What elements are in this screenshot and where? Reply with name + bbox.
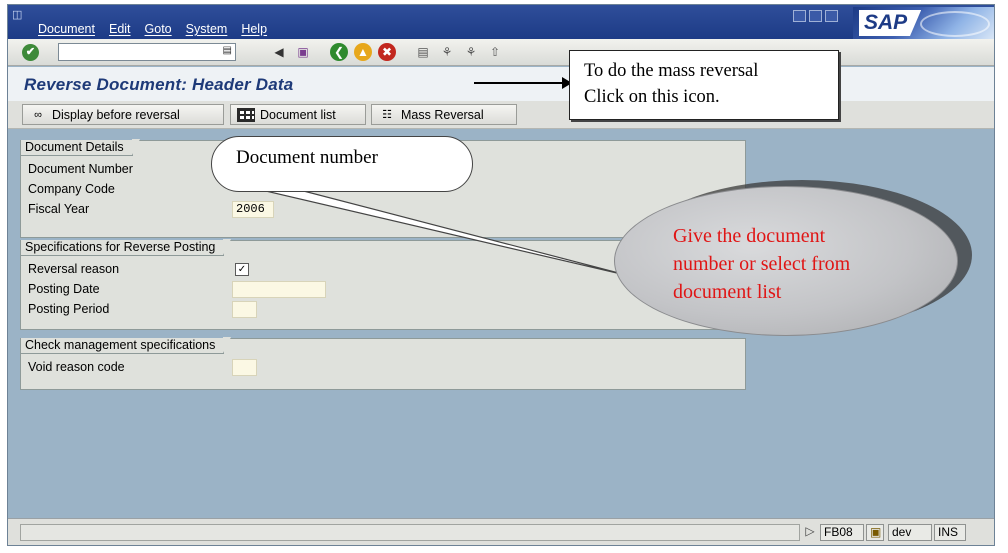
menu-edit[interactable]: Edit [109,22,131,36]
give-line-1: Give the document [673,225,826,247]
mass-reversal-callout: To do the mass reversal Click on this ic… [569,50,839,120]
maximize-button[interactable] [809,10,822,22]
mass-reversal-callout-line1: To do the mass reversal [584,61,759,81]
save-icon[interactable]: ▣ [294,43,312,61]
group-title: Document Details [21,139,140,156]
close-button[interactable] [825,10,838,22]
find-icon[interactable]: ⚘ [438,43,456,61]
back-icon[interactable]: ❮ [330,43,348,61]
menu-list: Document Edit Goto System Help [38,22,267,36]
sap-logo-text: SAP [859,10,922,36]
menu-bar: ◫ Document Edit Goto System Help SAP [8,5,994,39]
status-expand-icon[interactable]: ▷ [800,524,820,541]
menu-document[interactable]: Document [38,22,95,36]
session-lock-icon: ▣ [866,524,884,541]
check-management-group: Check management specifications Void rea… [20,337,746,390]
title-bar: Reverse Document: Header Data [8,67,994,101]
document-number-callout: Document number [211,136,473,192]
command-input[interactable] [59,44,219,60]
transaction-code: FB08 [820,524,864,541]
mass-reversal-arrow [474,77,572,89]
group-title: Check management specifications [21,337,232,354]
posting-date-label: Posting Date [28,282,100,296]
toolbar-icons: ◀ ▣ ❮ ▲ ✖ ▤ ⚘ ⚘ ⇧ [270,43,504,61]
insert-mode[interactable]: INS [934,524,966,541]
system-name: dev [888,524,932,541]
exit-icon[interactable]: ▲ [354,43,372,61]
sap-logo: SAP [853,7,994,39]
find-next-icon[interactable]: ⚘ [462,43,480,61]
mass-reversal-button[interactable]: ☷ Mass Reversal [371,104,517,125]
display-before-reversal-button[interactable]: ∞ Display before reversal [22,104,224,125]
command-history-icon[interactable]: ▤ [223,45,232,56]
company-code-label: Company Code [28,182,115,196]
page-title: Reverse Document: Header Data [24,75,294,94]
first-page-icon[interactable]: ⇧ [486,43,504,61]
display-before-reversal-label: Display before reversal [52,107,180,122]
give-document-text: Give the document number or select from … [673,222,850,306]
fiscal-year-field[interactable]: 2006 [232,201,274,218]
document-list-label: Document list [260,107,336,122]
posting-period-label: Posting Period [28,302,110,316]
window-controls [793,10,838,22]
void-reason-field[interactable] [232,359,257,376]
standard-toolbar: ✔ ▤ ◀ ▣ ❮ ▲ ✖ ▤ ⚘ ⚘ ⇧ [8,39,994,66]
void-reason-label: Void reason code [28,360,125,374]
posting-date-field[interactable] [232,281,326,298]
cancel-icon[interactable]: ✖ [378,43,396,61]
application-toolbar: ∞ Display before reversal Document list … [8,101,994,129]
reversal-reason-checkbox[interactable]: ✓ [235,263,249,276]
system-menu-icon[interactable]: ◫ [12,8,22,21]
document-list-icon [237,107,255,122]
reversal-reason-label: Reversal reason [28,262,120,276]
status-message-field [20,524,800,541]
command-field[interactable]: ▤ [58,43,236,61]
status-bar: ▷ FB08 ▣ dev INS [8,518,994,545]
history-back-icon[interactable]: ◀ [270,43,288,61]
document-list-button[interactable]: Document list [230,104,366,125]
mass-reversal-label: Mass Reversal [401,107,484,122]
minimize-button[interactable] [793,10,806,22]
menu-help[interactable]: Help [241,22,267,36]
menu-goto[interactable]: Goto [145,22,172,36]
print-icon[interactable]: ▤ [414,43,432,61]
document-number-callout-text: Document number [236,147,378,168]
posting-period-field[interactable] [232,301,257,318]
group-title: Specifications for Reverse Posting [21,239,232,256]
logo-ripple [920,11,990,37]
mass-reversal-callout-line2: Click on this icon. [584,87,720,107]
enter-check-icon[interactable]: ✔ [22,44,39,61]
give-document-callout: Give the document number or select from … [610,174,972,336]
fiscal-year-label: Fiscal Year [28,202,90,216]
mass-reversal-icon: ☷ [382,108,392,121]
give-line-3: document list [673,281,782,303]
document-number-label: Document Number [28,162,133,176]
give-line-2: number or select from [673,253,851,275]
glasses-icon: ∞ [34,108,42,121]
menu-system[interactable]: System [186,22,228,36]
